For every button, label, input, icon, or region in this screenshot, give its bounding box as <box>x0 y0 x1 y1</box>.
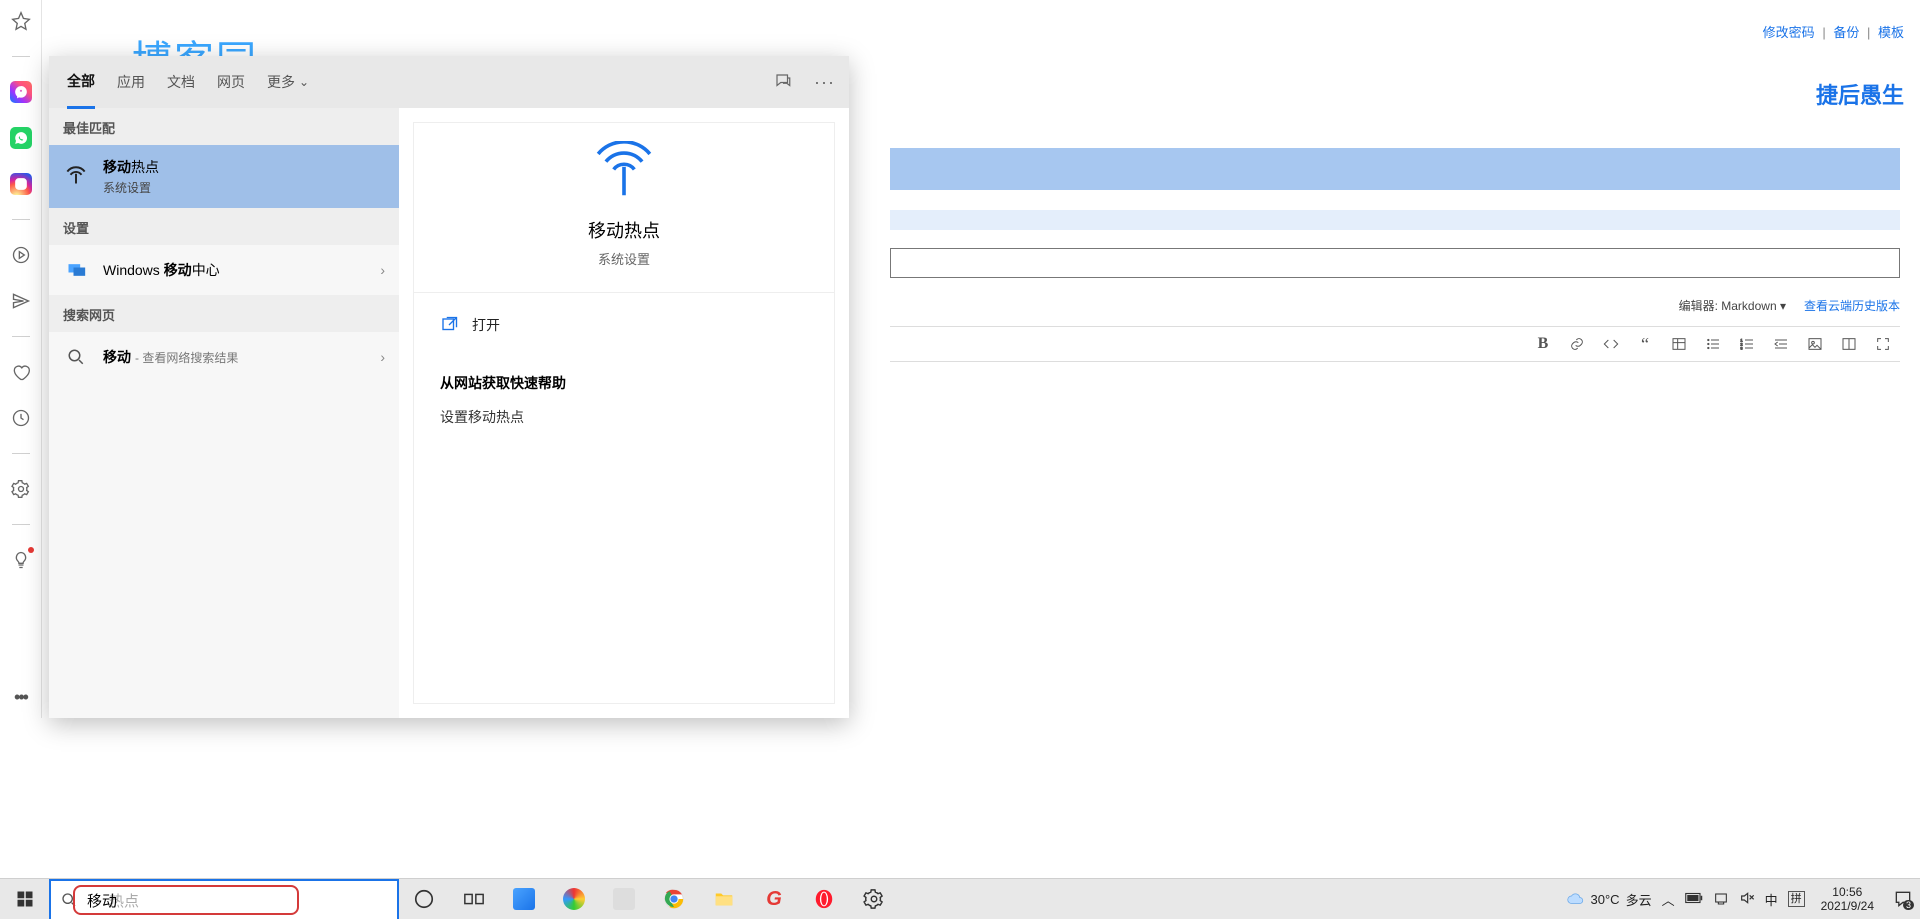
cortana-icon[interactable] <box>399 879 449 919</box>
send-icon[interactable] <box>10 290 32 312</box>
blog-title: 捷后愚生 <box>1816 78 1904 110</box>
opera-icon[interactable] <box>799 879 849 919</box>
ime-lang[interactable]: 中 <box>1765 890 1778 909</box>
taskbar-app-2[interactable] <box>549 879 599 919</box>
template-link[interactable]: 模板 <box>1878 25 1904 40</box>
top-links: 修改密码 | 备份 | 模板 <box>1763 22 1904 41</box>
ul-icon[interactable] <box>1704 335 1722 353</box>
hotspot-icon <box>63 164 89 190</box>
ime-method[interactable]: 拼 <box>1788 891 1805 907</box>
notifications-icon[interactable]: 3 <box>1890 886 1916 912</box>
gear-icon[interactable] <box>10 478 32 500</box>
split-icon[interactable] <box>1840 335 1858 353</box>
taskbar-search-input[interactable] <box>87 892 387 909</box>
taskbar-clock[interactable]: 10:56 2021/9/24 <box>1815 885 1880 913</box>
feedback-icon[interactable] <box>774 72 792 93</box>
history-link[interactable]: 查看云端历史版本 <box>1804 297 1900 314</box>
backup-link[interactable]: 备份 <box>1833 25 1859 40</box>
more-icon[interactable]: ••• <box>0 687 41 708</box>
search-icon <box>61 892 77 908</box>
bold-icon[interactable]: B <box>1534 335 1552 353</box>
clock-icon[interactable] <box>10 407 32 429</box>
table-icon[interactable] <box>1670 335 1688 353</box>
tab-web[interactable]: 网页 <box>217 56 245 108</box>
search-tabs: 全部 应用 文档 网页 更多 ··· <box>49 56 849 108</box>
taskbar-apps: G <box>399 879 899 919</box>
section-search-web: 搜索网页 <box>49 295 399 332</box>
quick-help-title: 从网站获取快速帮助 <box>414 357 834 403</box>
section-settings: 设置 <box>49 208 399 245</box>
start-button[interactable] <box>0 879 49 919</box>
search-icon <box>63 344 89 370</box>
fullscreen-icon[interactable] <box>1874 335 1892 353</box>
quote-icon[interactable]: “ <box>1636 335 1654 353</box>
taskbar-search-box[interactable]: 热点 <box>49 879 399 919</box>
battery-icon[interactable] <box>1685 892 1703 907</box>
section-best-match: 最佳匹配 <box>49 108 399 145</box>
taskbar: 热点 G 30°C 多云 ︿ 中 拼 10:56 2021/9/24 <box>0 878 1920 919</box>
ol-icon[interactable]: 123 <box>1738 335 1756 353</box>
code-icon[interactable] <box>1602 335 1620 353</box>
preview-title: 移动热点 <box>588 217 660 243</box>
tray-chevron-up-icon[interactable]: ︿ <box>1662 890 1675 909</box>
system-tray: 30°C 多云 ︿ 中 拼 10:56 2021/9/24 3 <box>1567 879 1920 919</box>
svg-text:3: 3 <box>1740 345 1743 350</box>
taskbar-app-1[interactable] <box>499 879 549 919</box>
whatsapp-icon[interactable] <box>10 127 32 149</box>
instagram-icon[interactable] <box>10 173 32 195</box>
result-mobile-hotspot[interactable]: 移动热点 系统设置 <box>49 145 399 208</box>
tab-more[interactable]: 更多 <box>267 56 309 108</box>
chevron-right-icon: › <box>380 349 385 365</box>
search-preview-pane: 移动热点 系统设置 打开 从网站获取快速帮助 设置移动热点 <box>399 108 849 718</box>
open-icon <box>440 316 458 334</box>
preview-subtitle: 系统设置 <box>598 249 650 268</box>
windows-search-panel: 全部 应用 文档 网页 更多 ··· 最佳匹配 移动热点 系统设置 设置 <box>49 56 849 718</box>
more-options-icon[interactable]: ··· <box>814 72 835 93</box>
editor-mode-label[interactable]: 编辑器: Markdown ▾ <box>1679 297 1786 314</box>
taskbar-app-3[interactable] <box>599 879 649 919</box>
result-web-search[interactable]: 移动 - 查看网络搜索结果 › <box>49 332 399 382</box>
quick-help-link[interactable]: 设置移动热点 <box>414 403 834 431</box>
tab-docs[interactable]: 文档 <box>167 56 195 108</box>
outdent-icon[interactable] <box>1772 335 1790 353</box>
settings-icon[interactable] <box>849 879 899 919</box>
tab-all[interactable]: 全部 <box>67 57 95 109</box>
weather-widget[interactable]: 30°C 多云 <box>1567 890 1652 909</box>
hotspot-icon <box>588 141 660 203</box>
lightbulb-icon[interactable] <box>10 549 32 571</box>
volume-muted-icon[interactable] <box>1739 890 1755 909</box>
chevron-right-icon: › <box>380 262 385 278</box>
result-mobility-center[interactable]: Windows 移动中心 › <box>49 245 399 295</box>
file-explorer-icon[interactable] <box>699 879 749 919</box>
star-icon[interactable] <box>10 10 32 32</box>
search-results-list: 最佳匹配 移动热点 系统设置 设置 Windows 移动中心 › <box>49 108 399 718</box>
play-circle-icon[interactable] <box>10 244 32 266</box>
messenger-icon[interactable] <box>10 81 32 103</box>
tab-apps[interactable]: 应用 <box>117 56 145 108</box>
image-icon[interactable] <box>1806 335 1824 353</box>
task-view-icon[interactable] <box>449 879 499 919</box>
link-icon[interactable] <box>1568 335 1586 353</box>
open-action[interactable]: 打开 <box>414 293 834 357</box>
heart-icon[interactable] <box>10 361 32 383</box>
taskbar-app-red[interactable]: G <box>749 879 799 919</box>
editor-toolbar: B “ 123 <box>890 326 1900 362</box>
network-icon[interactable] <box>1713 890 1729 909</box>
mobility-center-icon <box>63 257 89 283</box>
browser-sidebar: ••• <box>0 0 42 718</box>
change-password-link[interactable]: 修改密码 <box>1763 25 1815 40</box>
chrome-icon[interactable] <box>649 879 699 919</box>
title-input[interactable] <box>890 248 1900 278</box>
